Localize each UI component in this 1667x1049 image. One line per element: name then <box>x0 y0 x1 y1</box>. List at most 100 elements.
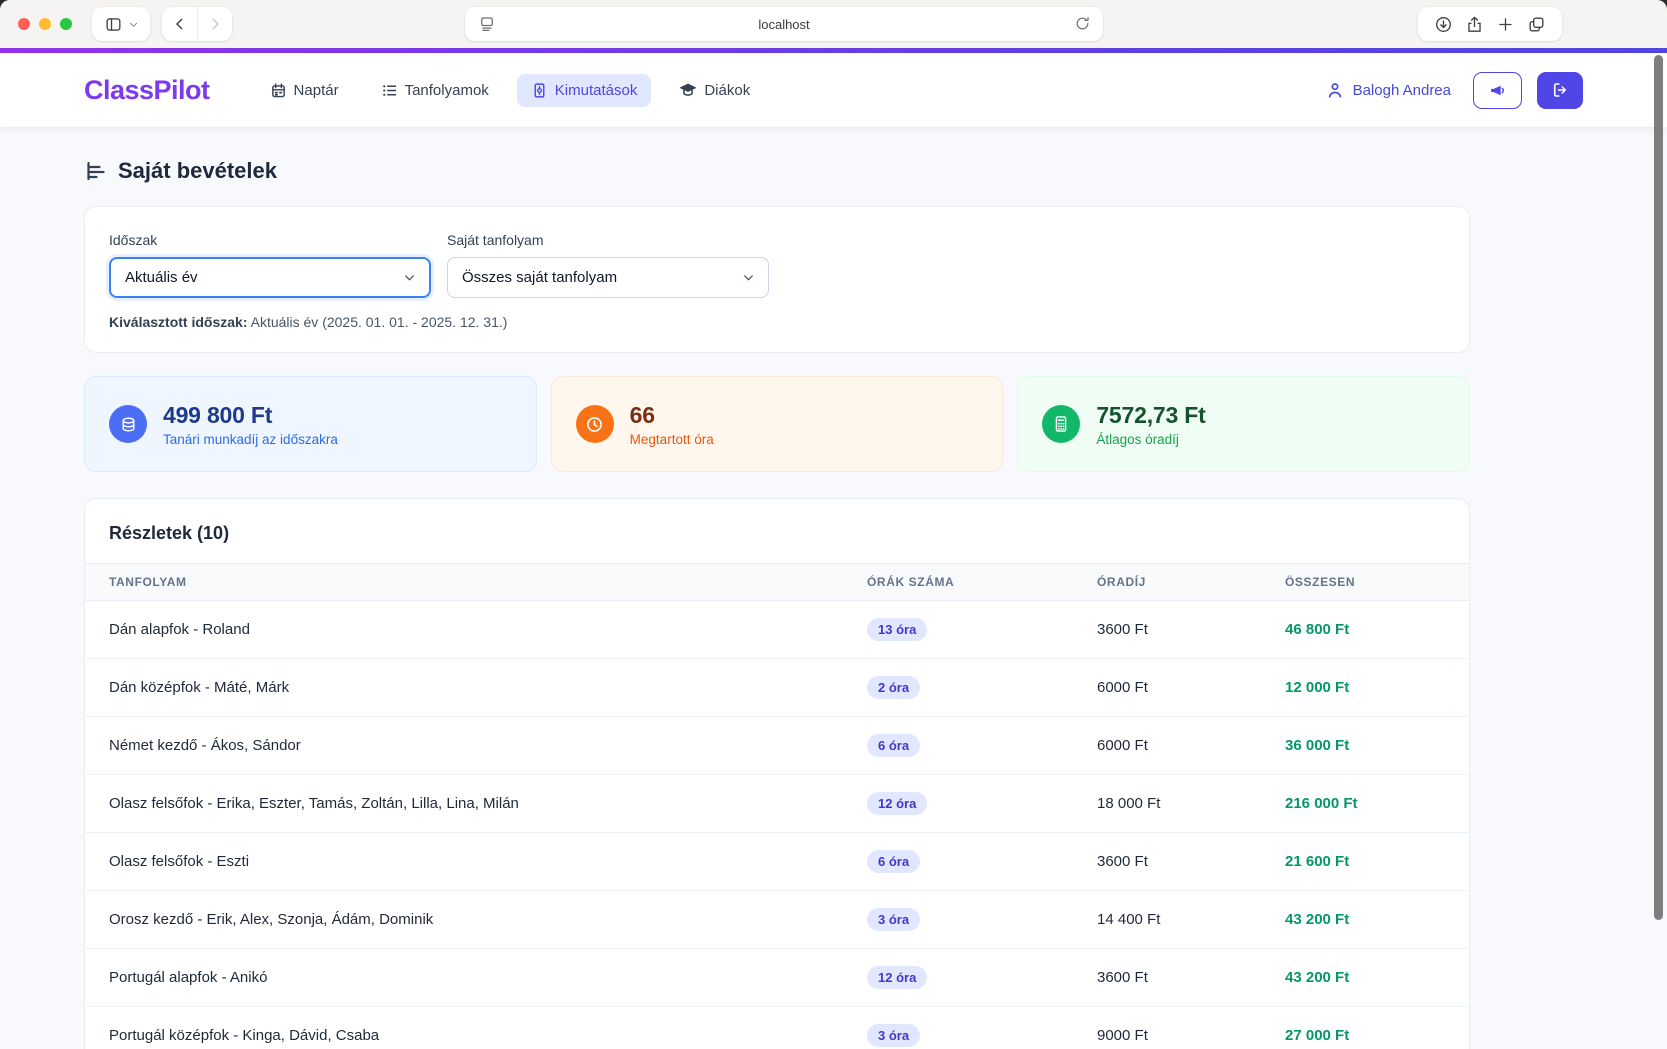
address-bar[interactable]: localhost <box>465 7 1103 41</box>
period-filter-label: Időszak <box>109 232 431 248</box>
cell-total: 216 000 Ft <box>1261 775 1470 833</box>
filters-card: Időszak Aktuális év Saját tanfolyam Össz… <box>84 206 1470 353</box>
url-text: localhost <box>758 17 809 32</box>
forward-button[interactable] <box>197 7 232 41</box>
announcements-button[interactable] <box>1473 72 1522 109</box>
hours-badge: 6 óra <box>867 850 920 873</box>
downloads-icon[interactable] <box>1434 15 1453 34</box>
cell-total: 36 000 Ft <box>1261 717 1470 775</box>
nav-label: Kimutatások <box>555 82 638 99</box>
cell-rate: 3600 Ft <box>1073 833 1261 891</box>
header-right: Balogh Andrea <box>1325 72 1583 109</box>
summary-card-hours: 66 Megtartott óra <box>551 376 1004 472</box>
nav-label: Naptár <box>294 82 339 99</box>
list-icon <box>381 82 398 99</box>
cell-hours: 13 óra <box>843 601 1073 659</box>
column-header-total: Összesen <box>1261 564 1470 601</box>
chevron-left-icon <box>172 16 188 32</box>
share-icon[interactable] <box>1465 15 1484 34</box>
cell-total: 21 600 Ft <box>1261 833 1470 891</box>
cell-total: 27 000 Ft <box>1261 1007 1470 1049</box>
minimize-window-button[interactable] <box>39 18 51 30</box>
hours-badge: 12 óra <box>867 966 927 989</box>
hours-badge: 2 óra <box>867 676 920 699</box>
page-title: Saját bevételek <box>84 158 1470 184</box>
summary-label: Átlagos óradíj <box>1096 432 1205 447</box>
table-row: Dán alapfok - Roland 13 óra 3600 Ft 46 8… <box>85 601 1470 659</box>
cell-course: Portugál középfok - Kinga, Dávid, Csaba <box>85 1007 843 1049</box>
summary-value: 499 800 Ft <box>163 402 338 429</box>
selected-period-note: Kiválasztott időszak: Aktuális év (2025.… <box>109 314 1445 330</box>
megaphone-icon <box>1488 81 1507 100</box>
user-icon <box>1325 80 1345 100</box>
history-nav <box>162 7 232 41</box>
cell-course: Olasz felsőfok - Erika, Eszter, Tamás, Z… <box>85 775 843 833</box>
graduation-cap-icon <box>679 81 697 99</box>
cell-total: 43 200 Ft <box>1261 891 1470 949</box>
nav-item-diakok[interactable]: Diákok <box>665 73 764 107</box>
logout-icon <box>1551 81 1569 99</box>
chevron-down-icon <box>741 270 756 285</box>
table-row: Orosz kezdő - Erik, Alex, Szonja, Ádám, … <box>85 891 1470 949</box>
logout-button[interactable] <box>1537 72 1583 109</box>
course-select-value: Összes saját tanfolyam <box>462 269 617 286</box>
reload-icon[interactable] <box>1074 15 1091 32</box>
user-name: Balogh Andrea <box>1353 82 1451 99</box>
nav-item-kimutatasok[interactable]: Kimutatások <box>517 74 652 107</box>
nav-item-naptar[interactable]: Naptár <box>256 74 353 107</box>
hours-badge: 6 óra <box>867 734 920 757</box>
browser-toolbar: localhost <box>0 0 1667 48</box>
cell-total: 43 200 Ft <box>1261 949 1470 1007</box>
app-header: ClassPilot Naptár Tanfolyamok Kimutatáso… <box>0 53 1667 127</box>
main-nav: Naptár Tanfolyamok Kimutatások Diákok <box>256 73 765 107</box>
cell-hours: 3 óra <box>843 891 1073 949</box>
sidebar-toggle-button[interactable] <box>92 7 150 41</box>
scrollbar-thumb[interactable] <box>1654 55 1663 920</box>
cell-hours: 12 óra <box>843 949 1073 1007</box>
new-tab-icon[interactable] <box>1496 15 1515 34</box>
close-window-button[interactable] <box>18 18 30 30</box>
calendar-icon <box>270 82 287 99</box>
table-row: Német kezdő - Ákos, Sándor 6 óra 6000 Ft… <box>85 717 1470 775</box>
period-select[interactable]: Aktuális év <box>109 257 431 298</box>
hours-badge: 12 óra <box>867 792 927 815</box>
hours-badge: 3 óra <box>867 908 920 931</box>
summary-card-average: 7572,73 Ft Átlagos óradíj <box>1017 376 1470 472</box>
main-content: Saját bevételek Időszak Aktuális év Sajá… <box>0 127 1667 1049</box>
coins-icon <box>109 405 147 443</box>
table-body: Dán alapfok - Roland 13 óra 3600 Ft 46 8… <box>85 601 1470 1049</box>
cell-rate: 9000 Ft <box>1073 1007 1261 1049</box>
cell-course: Portugál alapfok - Anikó <box>85 949 843 1007</box>
nav-label: Diákok <box>704 82 750 99</box>
cell-hours: 12 óra <box>843 775 1073 833</box>
period-select-value: Aktuális év <box>125 269 198 286</box>
hours-badge: 13 óra <box>867 618 927 641</box>
table-row: Portugál középfok - Kinga, Dávid, Csaba … <box>85 1007 1470 1049</box>
table-row: Portugál alapfok - Anikó 12 óra 3600 Ft … <box>85 949 1470 1007</box>
nav-item-tanfolyamok[interactable]: Tanfolyamok <box>367 74 503 107</box>
summary-value: 66 <box>630 402 714 429</box>
sidebar-panel-icon <box>104 15 123 34</box>
cell-hours: 2 óra <box>843 659 1073 717</box>
cell-course: Német kezdő - Ákos, Sándor <box>85 717 843 775</box>
column-header-hours: Órák száma <box>843 564 1073 601</box>
cell-rate: 3600 Ft <box>1073 949 1261 1007</box>
course-select[interactable]: Összes saját tanfolyam <box>447 257 769 298</box>
page-format-icon[interactable] <box>478 15 496 33</box>
current-user: Balogh Andrea <box>1325 80 1451 100</box>
cell-total: 12 000 Ft <box>1261 659 1470 717</box>
zoom-window-button[interactable] <box>60 18 72 30</box>
summary-label: Megtartott óra <box>630 432 714 447</box>
app-logo[interactable]: ClassPilot <box>84 75 210 106</box>
bar-chart-icon <box>84 159 108 183</box>
chevron-right-icon <box>207 16 223 32</box>
cell-hours: 6 óra <box>843 717 1073 775</box>
summary-cards: 499 800 Ft Tanári munkadíj az időszakra … <box>84 376 1470 472</box>
table-row: Olasz felsőfok - Eszti 6 óra 3600 Ft 21 … <box>85 833 1470 891</box>
back-button[interactable] <box>162 7 197 41</box>
cell-hours: 3 óra <box>843 1007 1073 1049</box>
summary-label: Tanári munkadíj az időszakra <box>163 432 338 447</box>
table-row: Olasz felsőfok - Erika, Eszter, Tamás, Z… <box>85 775 1470 833</box>
calculator-icon <box>1042 405 1080 443</box>
tab-overview-icon[interactable] <box>1527 15 1546 34</box>
